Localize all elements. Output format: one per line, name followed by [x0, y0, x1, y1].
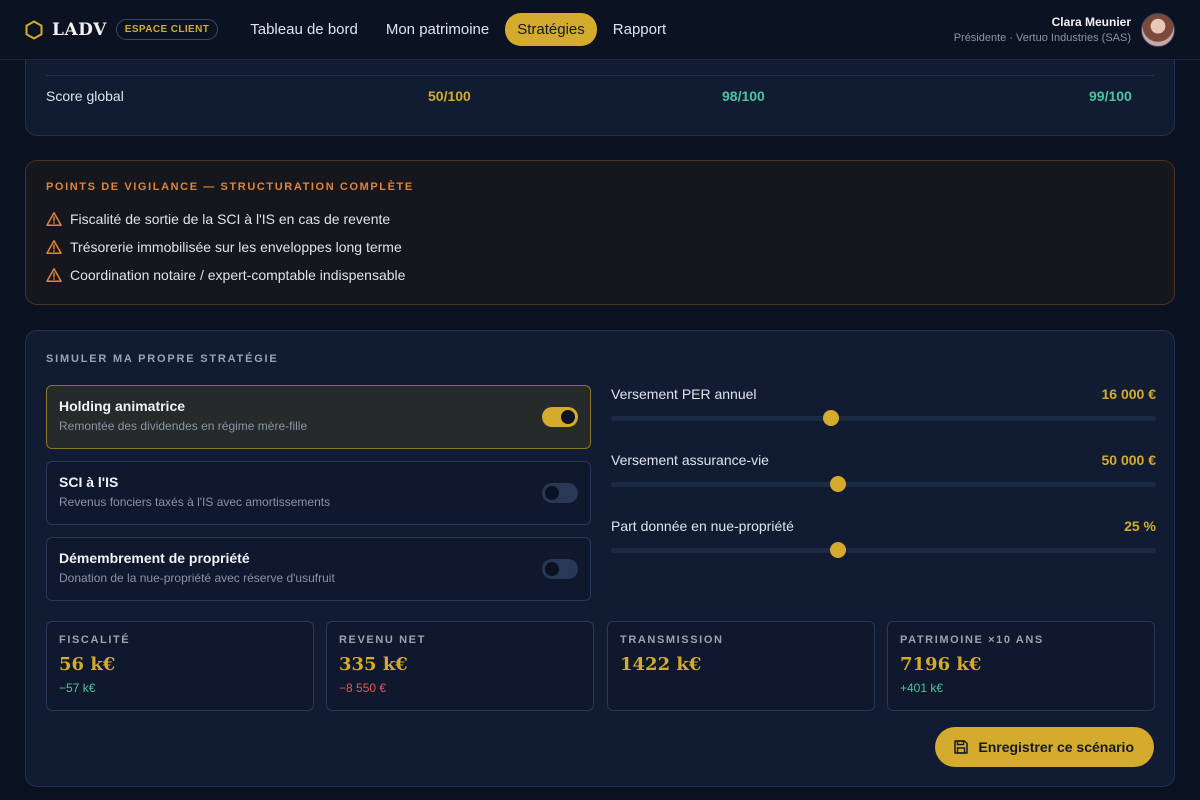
- holding-toggle[interactable]: [542, 407, 578, 427]
- score-global-label: Score global: [46, 88, 124, 104]
- list-item: Coordination notaire / expert-comptable …: [46, 261, 1154, 289]
- metric-label: FISCALITÉ: [59, 634, 131, 646]
- hexagon-logo-icon: [25, 19, 43, 40]
- vigilance-card: POINTS DE VIGILANCE — STRUCTURATION COMP…: [25, 160, 1175, 305]
- slider-thumb[interactable]: [830, 542, 847, 558]
- metric-value: 335 k€: [339, 654, 408, 675]
- metric-value: 56 k€: [59, 654, 116, 675]
- slider-thumb[interactable]: [830, 476, 847, 492]
- vigilance-text: Fiscalité de sortie de la SCI à l'IS en …: [70, 211, 391, 227]
- nav-tableau-de-bord[interactable]: Tableau de bord: [238, 13, 370, 46]
- vigilance-text: Trésorerie immobilisée sur les enveloppe…: [70, 239, 402, 255]
- option-demembrement[interactable]: Démembrement de propriété Donation de la…: [46, 537, 591, 601]
- main-nav: Tableau de bord Mon patrimoine Stratégie…: [238, 13, 678, 46]
- metric-delta: +401 k€: [900, 681, 944, 695]
- option-description: Donation de la nue-propriété avec réserv…: [59, 571, 335, 585]
- metric-label: PATRIMOINE ×10 ANS: [900, 634, 1044, 646]
- metric-revenu-net: REVENU NET 335 k€ −8 550 €: [326, 621, 594, 711]
- metric-delta: −8 550 €: [339, 681, 387, 695]
- list-item: Fiscalité de sortie de la SCI à l'IS en …: [46, 205, 1154, 233]
- option-title: Holding animatrice: [59, 398, 186, 414]
- vigilance-title: POINTS DE VIGILANCE — STRUCTURATION COMP…: [46, 181, 414, 193]
- metric-value: 1422 k€: [620, 654, 702, 675]
- strategy-simulator-card: SIMULER MA PROPRE STRATÉGIE Holding anim…: [25, 330, 1175, 787]
- toggle-knob: [545, 486, 559, 500]
- top-header: LADV ESPACE CLIENT Tableau de bord Mon p…: [0, 0, 1200, 60]
- slider-value: 50 000 €: [1101, 452, 1157, 468]
- nav-rapport[interactable]: Rapport: [601, 13, 678, 46]
- user-name: Clara Meunier: [1051, 15, 1131, 29]
- option-description: Revenus fonciers taxés à l'IS avec amort…: [59, 495, 331, 509]
- slider-label: Versement assurance-vie: [611, 452, 769, 468]
- slider-value: 16 000 €: [1101, 386, 1157, 402]
- nav-strategies[interactable]: Stratégies: [505, 13, 597, 46]
- metric-delta: −57 k€: [59, 681, 96, 695]
- score-value-strategy-3: 99/100: [1089, 88, 1132, 104]
- list-item: Trésorerie immobilisée sur les enveloppe…: [46, 233, 1154, 261]
- brand-name[interactable]: LADV: [52, 20, 107, 40]
- save-button-label: Enregistrer ce scénario: [978, 739, 1134, 755]
- slider-thumb[interactable]: [823, 410, 840, 426]
- slider-track[interactable]: [611, 548, 1156, 553]
- slider-per: Versement PER annuel 16 000 €: [611, 386, 1156, 436]
- nav-mon-patrimoine[interactable]: Mon patrimoine: [374, 13, 501, 46]
- sci-is-toggle[interactable]: [542, 483, 578, 503]
- divider: [46, 75, 1154, 76]
- option-title: SCI à l'IS: [59, 474, 119, 490]
- metric-transmission: TRANSMISSION 1422 k€: [607, 621, 875, 711]
- save-scenario-button[interactable]: Enregistrer ce scénario: [935, 727, 1154, 767]
- slider-value: 25 %: [1124, 518, 1156, 534]
- slider-assurance-vie: Versement assurance-vie 50 000 €: [611, 452, 1156, 502]
- metric-label: TRANSMISSION: [620, 634, 724, 646]
- metric-patrimoine-10-ans: PATRIMOINE ×10 ANS 7196 k€ +401 k€: [887, 621, 1155, 711]
- user-info: Clara Meunier Présidente · Vertuo Indust…: [954, 15, 1131, 44]
- warning-triangle-icon: [46, 268, 62, 282]
- toggle-knob: [561, 410, 575, 424]
- demembrement-toggle[interactable]: [542, 559, 578, 579]
- slider-nue-propriete: Part donnée en nue-propriété 25 %: [611, 518, 1156, 568]
- floppy-disk-icon: [954, 740, 969, 754]
- metric-fiscalite: FISCALITÉ 56 k€ −57 k€: [46, 621, 314, 711]
- user-role: Présidente · Vertuo Industries (SAS): [953, 32, 1131, 44]
- score-value-current: 50/100: [428, 88, 471, 104]
- option-title: Démembrement de propriété: [59, 550, 250, 566]
- warning-triangle-icon: [46, 212, 62, 226]
- avatar[interactable]: [1141, 12, 1175, 47]
- score-value-strategy-2: 98/100: [722, 88, 765, 104]
- option-holding-animatrice[interactable]: Holding animatrice Remontée des dividend…: [46, 385, 591, 449]
- simulator-title: SIMULER MA PROPRE STRATÉGIE: [46, 353, 279, 365]
- option-sci-is[interactable]: SCI à l'IS Revenus fonciers taxés à l'IS…: [46, 461, 591, 525]
- slider-label: Part donnée en nue-propriété: [611, 518, 794, 534]
- warning-triangle-icon: [46, 240, 62, 254]
- vigilance-text: Coordination notaire / expert-comptable …: [70, 267, 406, 283]
- toggle-knob: [545, 562, 559, 576]
- user-menu[interactable]: Clara Meunier Présidente · Vertuo Indust…: [954, 12, 1175, 47]
- espace-client-badge: ESPACE CLIENT: [115, 19, 219, 40]
- slider-track[interactable]: [611, 416, 1156, 421]
- slider-label: Versement PER annuel: [611, 386, 757, 402]
- vigilance-list: Fiscalité de sortie de la SCI à l'IS en …: [46, 205, 1154, 289]
- metric-value: 7196 k€: [900, 654, 982, 675]
- option-description: Remontée des dividendes en régime mère-f…: [59, 419, 308, 433]
- slider-track[interactable]: [611, 482, 1156, 487]
- metric-label: REVENU NET: [339, 634, 426, 646]
